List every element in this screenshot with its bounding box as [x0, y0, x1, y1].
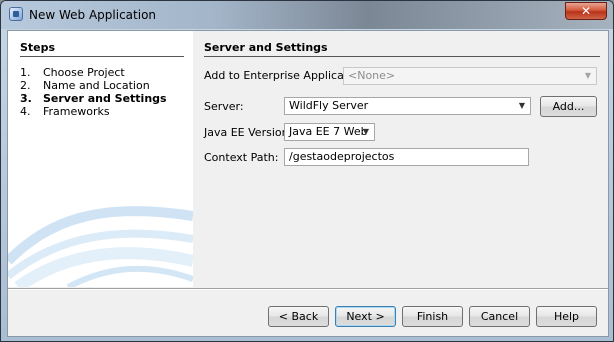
- step-item-frameworks: 4. Frameworks: [20, 105, 167, 118]
- step-label: Choose Project: [43, 66, 125, 79]
- javaee-version-combobox[interactable]: Java EE 7 Web ▼: [284, 123, 375, 141]
- footer-divider-highlight: [8, 289, 608, 290]
- chevron-down-icon: ▼: [584, 71, 592, 80]
- step-label: Frameworks: [43, 105, 110, 118]
- enterprise-app-combobox[interactable]: <None> ▼: [343, 67, 597, 85]
- back-button[interactable]: < Back: [268, 306, 329, 327]
- finish-button[interactable]: Finish: [402, 306, 463, 327]
- dialog-window: New Web Application ✕ Steps 1. Choose Pro…: [0, 0, 614, 342]
- close-button[interactable]: ✕: [565, 2, 607, 20]
- server-label: Server:: [204, 100, 244, 113]
- server-value: WildFly Server: [289, 99, 369, 112]
- next-button[interactable]: Next >: [335, 306, 396, 327]
- netbeans-app-icon: [9, 7, 23, 21]
- step-item-server-settings: 3. Server and Settings: [20, 92, 167, 105]
- step-number: 3.: [20, 92, 32, 105]
- dialog-body: Steps 1. Choose Project 2. Name and Locati…: [7, 30, 609, 337]
- javaee-version-value: Java EE 7 Web: [289, 125, 368, 138]
- chevron-down-icon: ▼: [362, 127, 370, 136]
- enterprise-app-value: <None>: [348, 69, 396, 82]
- settings-panel: Server and Settings Add to Enterprise Ap…: [204, 31, 604, 287]
- steps-panel: Steps 1. Choose Project 2. Name and Locati…: [8, 31, 193, 287]
- step-number: 2.: [20, 79, 31, 92]
- context-path-label: Context Path:: [204, 151, 279, 164]
- context-path-input[interactable]: /gestaodeprojectos: [284, 148, 529, 166]
- steps-list: 1. Choose Project 2. Name and Location 3. S…: [20, 66, 167, 118]
- settings-divider: [204, 56, 600, 57]
- step-number: 1.: [20, 66, 31, 79]
- step-label: Name and Location: [43, 79, 150, 92]
- decorative-swirl-graphic: [8, 206, 193, 287]
- title-bar[interactable]: New Web Application ✕: [1, 1, 613, 29]
- context-path-value: /gestaodeprojectos: [289, 150, 395, 163]
- settings-heading: Server and Settings: [204, 41, 328, 54]
- javaee-version-label: Java EE Version:: [204, 126, 293, 139]
- steps-heading: Steps: [20, 41, 56, 54]
- step-number: 4.: [20, 105, 31, 118]
- help-button[interactable]: Help: [536, 306, 597, 327]
- server-combobox[interactable]: WildFly Server ▼: [284, 97, 531, 115]
- step-item-name-location: 2. Name and Location: [20, 79, 167, 92]
- step-label: Server and Settings: [43, 92, 167, 105]
- step-item-choose-project: 1. Choose Project: [20, 66, 167, 79]
- add-server-button[interactable]: Add...: [540, 96, 597, 117]
- window-title: New Web Application: [29, 8, 157, 22]
- chevron-down-icon: ▼: [518, 101, 526, 110]
- steps-divider: [20, 56, 184, 57]
- cancel-button[interactable]: Cancel: [469, 306, 530, 327]
